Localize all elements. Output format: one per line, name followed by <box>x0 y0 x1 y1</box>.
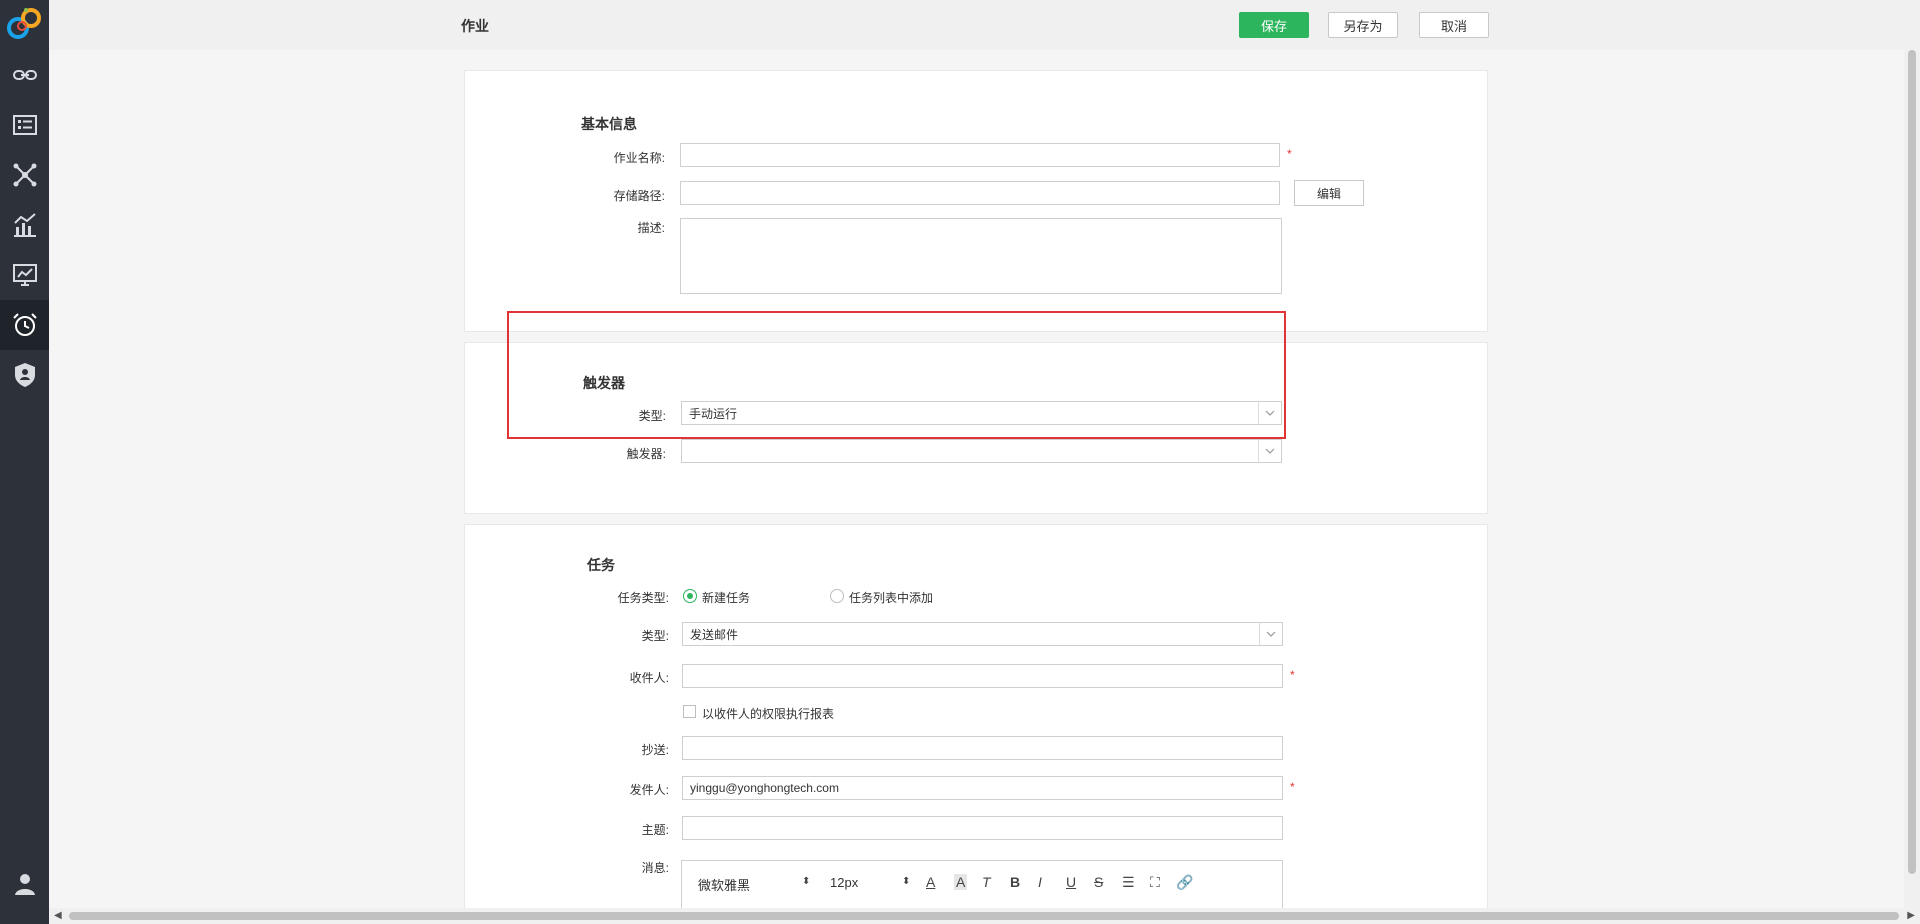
font-color-icon[interactable]: A <box>926 874 935 890</box>
network-icon <box>13 163 36 187</box>
app-logo <box>0 0 49 50</box>
permission-checkbox-label: 以收件人的权限执行报表 <box>702 707 835 721</box>
vertical-scrollbar[interactable] <box>1904 50 1920 908</box>
trigger-select[interactable] <box>681 439 1282 463</box>
sidebar-item-schedule[interactable] <box>0 300 49 350</box>
scroll-right-icon[interactable]: ▶ <box>1907 910 1915 921</box>
chevron-down-icon <box>1258 440 1281 462</box>
horizontal-scrollbar[interactable]: ◀ ▶ <box>49 908 1920 924</box>
font-family-select[interactable]: 微软雅黑 <box>698 875 750 894</box>
background-color-icon[interactable]: A <box>954 874 968 890</box>
cc-input[interactable] <box>682 736 1283 760</box>
sidebar-item-model[interactable] <box>0 150 49 200</box>
subject-label: 主题: <box>641 823 669 837</box>
vertical-scrollbar-thumb[interactable] <box>1908 50 1916 874</box>
trigger-highlight-box <box>507 311 1286 439</box>
task-card: 任务 任务类型: 新建任务 任务列表中添加 类型: 发送邮件 收件人: * 以收… <box>464 524 1488 908</box>
sidebar-item-security[interactable] <box>0 350 49 400</box>
message-editor-toolbar: 微软雅黑 ⬍ 12px ⬍ A A T B I U S ☰ ⛶ 🔗 <box>681 860 1283 908</box>
storage-path-label: 存储路径: <box>613 189 665 203</box>
alarm-clock-icon <box>12 313 37 336</box>
scroll-left-icon[interactable]: ◀ <box>54 910 62 921</box>
chart-icon <box>13 213 36 237</box>
trigger-label: 触发器: <box>626 447 666 461</box>
align-icon[interactable]: ☰ <box>1122 874 1135 891</box>
description-textarea[interactable] <box>680 218 1282 294</box>
presentation-icon <box>12 264 37 286</box>
sender-input[interactable]: yinggu@yonghongtech.com <box>682 776 1283 800</box>
underline-icon[interactable]: U <box>1066 874 1076 890</box>
permission-checkbox[interactable] <box>683 705 696 718</box>
cancel-button[interactable]: 取消 <box>1419 12 1489 38</box>
list-icon <box>12 115 37 135</box>
task-kind-select[interactable]: 发送邮件 <box>682 622 1283 646</box>
clear-format-icon[interactable]: T <box>982 874 991 890</box>
radio-from-list-label: 任务列表中添加 <box>849 591 934 605</box>
radio-from-list[interactable] <box>830 589 844 603</box>
shield-user-icon <box>14 363 35 387</box>
edit-path-button[interactable]: 编辑 <box>1294 180 1364 206</box>
sidebar <box>0 0 49 924</box>
font-family-arrow-icon: ⬍ <box>802 876 811 887</box>
message-label: 消息: <box>641 861 669 875</box>
basic-info-title: 基本信息 <box>581 116 637 132</box>
horizontal-scrollbar-thumb[interactable] <box>69 912 1899 920</box>
sidebar-item-user[interactable] <box>0 859 49 909</box>
subject-input[interactable] <box>682 816 1283 840</box>
job-name-input[interactable] <box>680 143 1280 167</box>
font-size-select[interactable]: 12px <box>830 875 858 890</box>
sidebar-item-report[interactable] <box>0 250 49 300</box>
task-kind-label: 类型: <box>641 629 669 643</box>
radio-new-task-label: 新建任务 <box>702 591 751 605</box>
save-button[interactable]: 保存 <box>1239 12 1309 38</box>
font-size-arrow-icon: ⬍ <box>902 876 911 887</box>
italic-icon[interactable]: I <box>1038 874 1042 890</box>
task-kind-value: 发送邮件 <box>690 627 739 642</box>
sidebar-item-dataset[interactable] <box>0 100 49 150</box>
sidebar-item-connect[interactable] <box>0 50 49 100</box>
strikethrough-icon[interactable]: S <box>1094 874 1103 890</box>
content-area: 基本信息 作业名称: * 存储路径: 编辑 描述: 触发器 类型: 手动运行 触… <box>49 50 1904 908</box>
save-as-button[interactable]: 另存为 <box>1328 12 1398 38</box>
bold-icon[interactable]: B <box>1010 874 1020 890</box>
task-title: 任务 <box>587 557 615 573</box>
radio-new-task[interactable] <box>683 589 697 603</box>
description-label: 描述: <box>637 221 665 235</box>
recipient-label: 收件人: <box>629 671 669 685</box>
header: 作业 保存 另存为 取消 <box>49 0 1920 50</box>
chevron-down-icon <box>1259 623 1282 645</box>
recipient-input[interactable] <box>682 664 1283 688</box>
link-icon <box>12 70 37 80</box>
storage-path-input[interactable] <box>680 181 1280 205</box>
task-type-label: 任务类型: <box>617 591 669 605</box>
job-name-label: 作业名称: <box>613 151 665 165</box>
required-mark: * <box>1287 147 1292 161</box>
link-icon[interactable]: 🔗 <box>1176 874 1193 891</box>
sender-label: 发件人: <box>629 783 669 797</box>
required-mark: * <box>1290 668 1295 682</box>
basic-info-card: 基本信息 作业名称: * 存储路径: 编辑 描述: <box>464 70 1488 332</box>
required-mark: * <box>1290 780 1295 794</box>
user-icon <box>14 874 35 895</box>
sidebar-item-analysis[interactable] <box>0 200 49 250</box>
page-title: 作业 <box>461 18 489 34</box>
fullscreen-icon[interactable]: ⛶ <box>1150 874 1160 891</box>
cc-label: 抄送: <box>641 743 669 757</box>
